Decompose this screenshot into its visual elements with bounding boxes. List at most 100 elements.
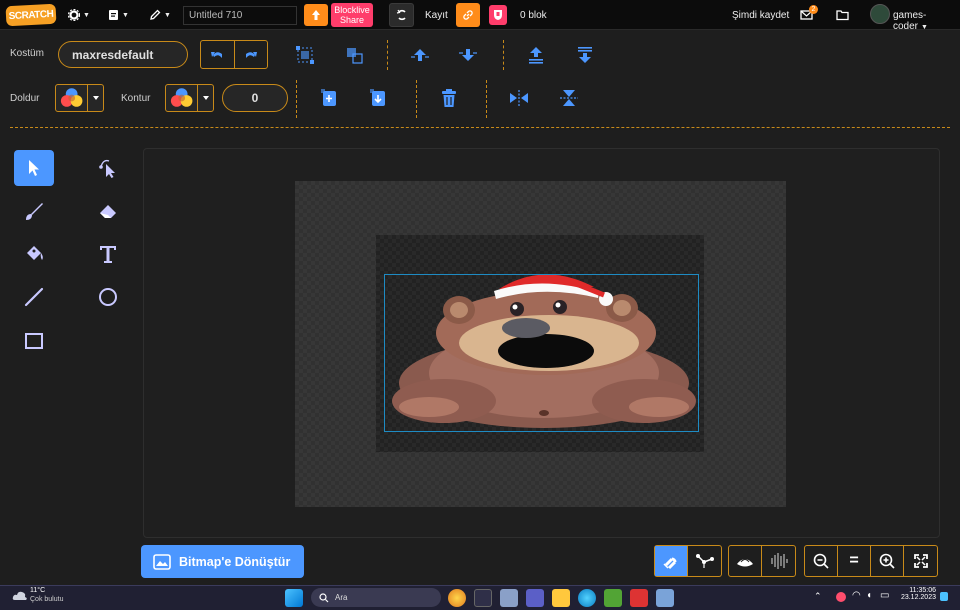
gear-icon: [68, 9, 80, 21]
fill-label: Doldur: [10, 93, 40, 104]
view-group: [728, 545, 796, 577]
convert-to-bitmap-button[interactable]: Bitmap'e Dönüştür: [141, 545, 304, 578]
refresh-icon: [396, 9, 406, 21]
share-button[interactable]: [304, 4, 328, 26]
blocklive-share-button[interactable]: Blocklive Share: [331, 3, 373, 27]
snap-points-button[interactable]: [688, 546, 721, 576]
text-tool[interactable]: [88, 236, 128, 272]
snap-points-icon: [695, 554, 714, 568]
outline-color-picker[interactable]: [165, 84, 214, 112]
notification-bell-icon[interactable]: [940, 592, 948, 601]
forward-button[interactable]: [408, 44, 432, 66]
zoom-out-button[interactable]: [805, 546, 838, 576]
windows-start-icon[interactable]: [285, 589, 303, 607]
addon-button[interactable]: [489, 5, 507, 25]
onion-icon: [737, 559, 753, 567]
file-menu[interactable]: ▼: [108, 6, 129, 24]
edge-icon[interactable]: [578, 589, 596, 607]
fill-tool[interactable]: [14, 236, 54, 272]
project-title-input[interactable]: Untitled 710: [183, 6, 297, 25]
settings-menu[interactable]: ▼: [68, 6, 90, 24]
line-tool[interactable]: [14, 279, 54, 315]
paste-icon: [370, 89, 385, 106]
costume-name-input[interactable]: maxresdefault: [58, 41, 188, 68]
reshape-tool[interactable]: [88, 150, 128, 186]
menu-bar: SCRATCH ▼ ▼ ▼ Untitled 710 Blocklive Sha…: [0, 0, 960, 32]
flip-vertical-button[interactable]: [557, 87, 581, 109]
clock-time: 11:35:06: [909, 587, 936, 594]
teams-icon[interactable]: [526, 589, 544, 607]
file-icon: [109, 10, 118, 20]
front-button[interactable]: [524, 44, 548, 66]
arrow-pointer-icon: [29, 160, 39, 176]
widgets-icon[interactable]: [500, 589, 518, 607]
circle-icon: [99, 288, 117, 306]
backward-button[interactable]: [456, 44, 480, 66]
taskbar-search[interactable]: Ara: [311, 588, 441, 607]
paste-button[interactable]: [367, 86, 389, 110]
zoom-reset-label: =: [849, 552, 859, 569]
magnet-button[interactable]: [655, 546, 688, 576]
select-tool[interactable]: [14, 150, 54, 186]
chevron-down-icon: [88, 96, 103, 100]
save-now-link[interactable]: Şimdi kaydet: [732, 10, 789, 21]
reshape-icon: [99, 159, 115, 178]
zoom-in-button[interactable]: [871, 546, 904, 576]
avatar[interactable]: [870, 4, 890, 24]
edit-menu[interactable]: ▼: [149, 6, 171, 24]
copy-button[interactable]: [318, 86, 340, 110]
copilot-icon[interactable]: [448, 589, 466, 607]
bring-front-icon: [529, 47, 543, 64]
weather-desc: Çok bulutu: [30, 596, 64, 603]
group-icon: [296, 46, 314, 64]
weather-temp: 11°C: [30, 587, 46, 594]
messages-button[interactable]: 2: [800, 5, 818, 22]
fill-color-picker[interactable]: [55, 84, 104, 112]
app-icon[interactable]: [630, 589, 648, 607]
fullscreen-button[interactable]: [904, 546, 937, 576]
rectangle-tool[interactable]: [14, 323, 54, 359]
username-menu[interactable]: games-coder ▼: [893, 10, 960, 32]
selection-box[interactable]: [384, 274, 699, 432]
zoom-reset-button[interactable]: =: [838, 546, 871, 576]
flip-vertical-icon: [560, 90, 578, 106]
task-view-icon[interactable]: [474, 589, 492, 607]
file-explorer-icon[interactable]: [552, 589, 570, 607]
save-label[interactable]: Kayıt: [425, 10, 448, 21]
circle-tool[interactable]: [88, 279, 128, 315]
color-palette-icon: [170, 88, 193, 107]
link-button[interactable]: [456, 3, 480, 27]
delete-button[interactable]: [438, 86, 460, 110]
toolbar-bottom-divider: [10, 127, 950, 128]
block-count: 0 blok: [520, 10, 547, 21]
outline-width-input[interactable]: 0: [222, 84, 288, 112]
my-stuff-button[interactable]: [836, 8, 849, 26]
group-button[interactable]: [294, 44, 316, 66]
undo-button[interactable]: [201, 41, 235, 68]
chevron-down-icon: ▼: [122, 11, 129, 19]
undo-redo-group: [200, 40, 268, 69]
eraser-tool[interactable]: [88, 193, 128, 229]
paint-bucket-icon: [27, 246, 43, 260]
calculator-icon[interactable]: [656, 589, 674, 607]
image-icon: [153, 553, 171, 570]
chevron-down-icon: ▼: [83, 11, 90, 19]
redo-button[interactable]: [235, 41, 268, 68]
snap-group: [654, 545, 722, 577]
chevron-down-icon: ▼: [921, 24, 928, 31]
tray-app-icon[interactable]: [836, 592, 846, 602]
chevron-up-icon[interactable]: ⌃: [814, 591, 822, 602]
clock[interactable]: 11:35:06 23.12.2023: [898, 587, 936, 601]
onion-skin-button[interactable]: [729, 546, 762, 576]
brush-tool[interactable]: [14, 193, 54, 229]
volume-icon[interactable]: ◖: [866, 590, 872, 601]
battery-icon[interactable]: ▭: [880, 590, 889, 601]
ungroup-button[interactable]: [343, 44, 365, 66]
sound-wave-button[interactable]: [762, 546, 795, 576]
wifi-icon[interactable]: ◠: [852, 590, 861, 601]
flip-horizontal-button[interactable]: [507, 87, 531, 109]
minecraft-icon[interactable]: [604, 589, 622, 607]
project-page-button[interactable]: [389, 3, 414, 27]
back-button[interactable]: [573, 44, 597, 66]
scratch-logo[interactable]: SCRATCH: [5, 3, 57, 27]
